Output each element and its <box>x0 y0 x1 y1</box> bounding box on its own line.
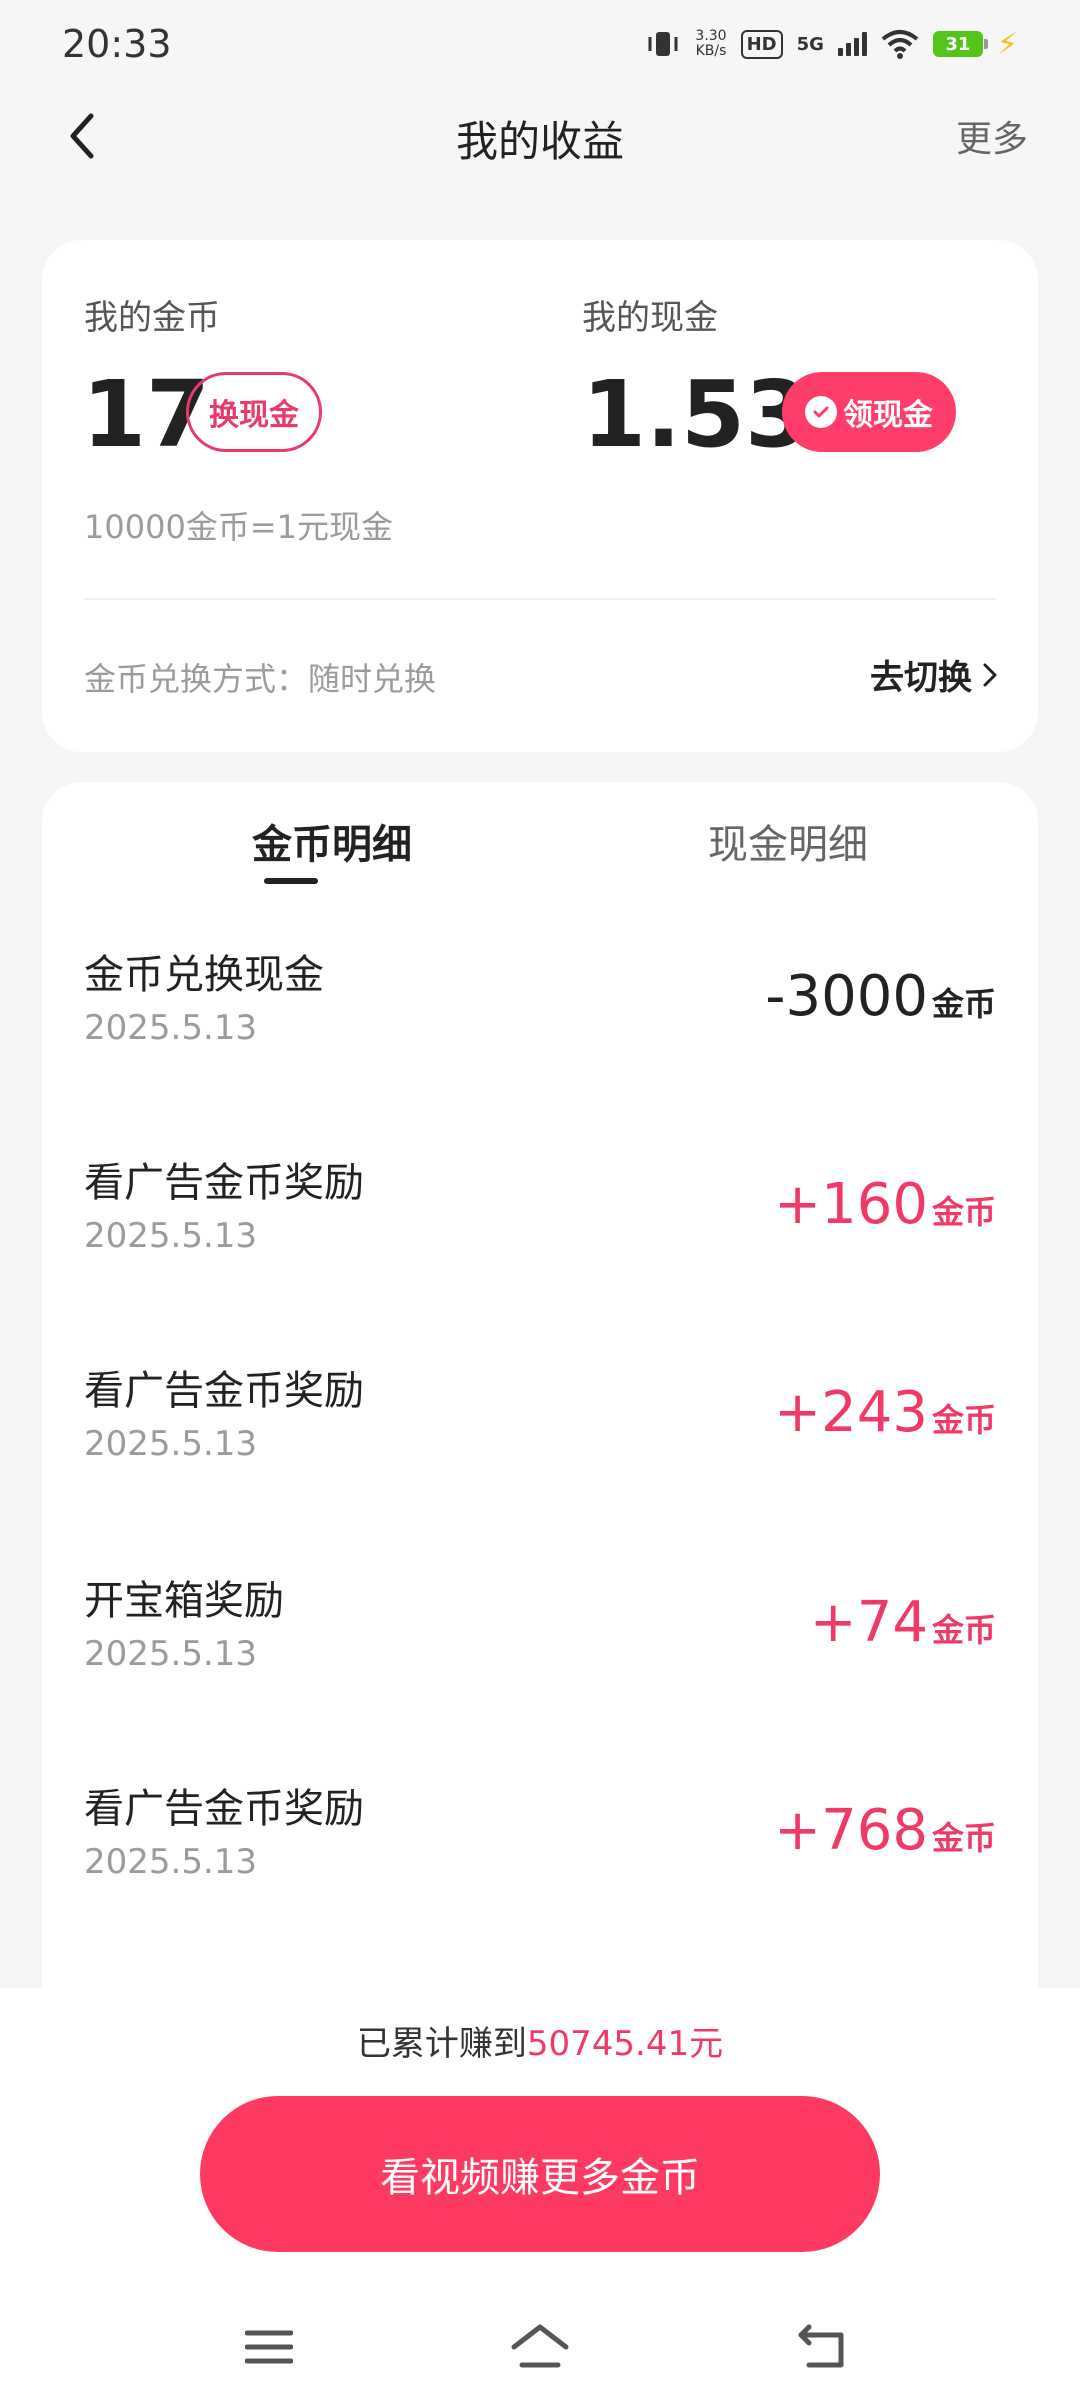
record-date: 2025.5.13 <box>84 1008 258 1048</box>
nav-menu-button[interactable] <box>234 2312 304 2382</box>
record-date: 2025.5.13 <box>84 1842 258 1882</box>
nav-back-button[interactable] <box>788 2312 858 2382</box>
vibrate-icon <box>648 32 678 56</box>
record-title: 看广告金币奖励 <box>84 1786 364 1832</box>
network-speed: 3.30 KB/s <box>695 28 727 59</box>
exchange-method-text: 金币兑换方式：随时兑换 <box>84 660 437 698</box>
amount-unit: 金币 <box>931 1819 996 1857</box>
record-amount: +74 金币 <box>810 1590 996 1655</box>
list-item[interactable]: 金币兑换现金 2025.5.13 -3000 金币 <box>42 942 1038 1150</box>
status-icons: 3.30 KB/s HD 5G 31 ⚡ <box>645 27 1018 62</box>
amount-unit: 金币 <box>931 985 996 1023</box>
total-earned-prefix: 已累计赚到 <box>356 2024 527 2064</box>
balance-summary-card: 我的金币 17 换现金 我的现金 1.53 领现金 10000金币=1元现金 金… <box>42 240 1038 752</box>
charging-icon: ⚡ <box>996 26 1018 62</box>
network-type: 5G <box>796 33 824 55</box>
back-arrow-icon <box>798 2324 844 2368</box>
coin-label: 我的金币 <box>84 298 220 338</box>
home-icon <box>511 2324 569 2368</box>
amount-value: +74 <box>809 1590 928 1655</box>
battery-icon: 31 <box>932 31 988 57</box>
record-amount: -3000 金币 <box>765 964 996 1029</box>
record-date: 2025.5.13 <box>84 1424 258 1464</box>
total-earned-line: 已累计赚到50745.41元 <box>0 2016 1080 2065</box>
menu-icon <box>245 2330 293 2364</box>
cash-balance: 1.53 <box>582 361 809 468</box>
list-item[interactable]: 看广告金币奖励 2025.5.13 +160 金币 <box>42 1150 1038 1358</box>
system-nav-bar <box>0 2286 1080 2408</box>
amount-value: +160 <box>774 1172 928 1237</box>
amount-unit: 金币 <box>931 1401 996 1439</box>
record-amount: +768 金币 <box>774 1798 996 1863</box>
status-time: 20:33 <box>62 22 172 66</box>
withdraw-cash-button[interactable]: 领现金 <box>782 372 956 452</box>
record-title: 开宝箱奖励 <box>84 1578 284 1624</box>
amount-value: -3000 <box>765 964 928 1029</box>
switch-link-label: 去切换 <box>870 658 972 698</box>
record-title: 看广告金币奖励 <box>84 1160 364 1206</box>
bottom-action-area: 已累计赚到50745.41元 看视频赚更多金币 <box>0 1988 1080 2408</box>
list-item[interactable]: 开宝箱奖励 2025.5.13 +74 金币 <box>42 1568 1038 1776</box>
record-amount: +243 金币 <box>774 1380 996 1445</box>
switch-method-link[interactable]: 去切换 <box>870 650 998 699</box>
hd-icon: HD <box>740 29 783 59</box>
nav-home-button[interactable] <box>505 2312 575 2382</box>
signal-icon <box>837 32 867 56</box>
earnings-page: 20:33 3.30 KB/s HD 5G 31 ⚡ 我的收益 更多 我的金币 … <box>0 0 1080 2408</box>
withdraw-button-label: 领现金 <box>843 398 933 433</box>
record-date: 2025.5.13 <box>84 1634 258 1674</box>
nav-header: 我的收益 更多 <box>0 88 1080 184</box>
tab-cash-detail[interactable]: 现金明细 <box>638 812 938 870</box>
record-title: 金币兑换现金 <box>84 952 324 998</box>
divider <box>84 598 996 600</box>
list-item[interactable]: 看广告金币奖励 2025.5.13 +243 金币 <box>42 1358 1038 1566</box>
record-date: 2025.5.13 <box>84 1216 258 1256</box>
amount-value: +243 <box>774 1380 928 1445</box>
exchange-rate-note: 10000金币=1元现金 <box>84 508 393 546</box>
chevron-right-icon <box>983 663 997 686</box>
record-amount: +160 金币 <box>774 1172 996 1237</box>
amount-unit: 金币 <box>931 1193 996 1231</box>
status-bar: 20:33 3.30 KB/s HD 5G 31 ⚡ <box>0 0 1080 88</box>
tab-coin-detail[interactable]: 金币明细 <box>182 812 482 870</box>
total-earned-amount: 50745.41元 <box>526 2024 724 2064</box>
cash-label: 我的现金 <box>582 298 718 338</box>
active-tab-indicator <box>264 878 318 884</box>
amount-value: +768 <box>774 1798 928 1863</box>
exchange-cash-button[interactable]: 换现金 <box>186 372 322 452</box>
transaction-detail-card: 金币明细 现金明细 金币兑换现金 2025.5.13 -3000 金币 看广告金… <box>42 782 1038 1992</box>
wifi-icon <box>881 30 919 59</box>
list-item[interactable]: 看广告金币奖励 2025.5.13 +768 金币 <box>42 1776 1038 1984</box>
watch-video-button[interactable]: 看视频赚更多金币 <box>200 2096 880 2252</box>
more-button[interactable]: 更多 <box>956 110 1028 162</box>
wechat-icon <box>805 396 837 428</box>
record-title: 看广告金币奖励 <box>84 1368 364 1414</box>
page-title: 我的收益 <box>455 117 624 166</box>
amount-unit: 金币 <box>931 1611 996 1649</box>
